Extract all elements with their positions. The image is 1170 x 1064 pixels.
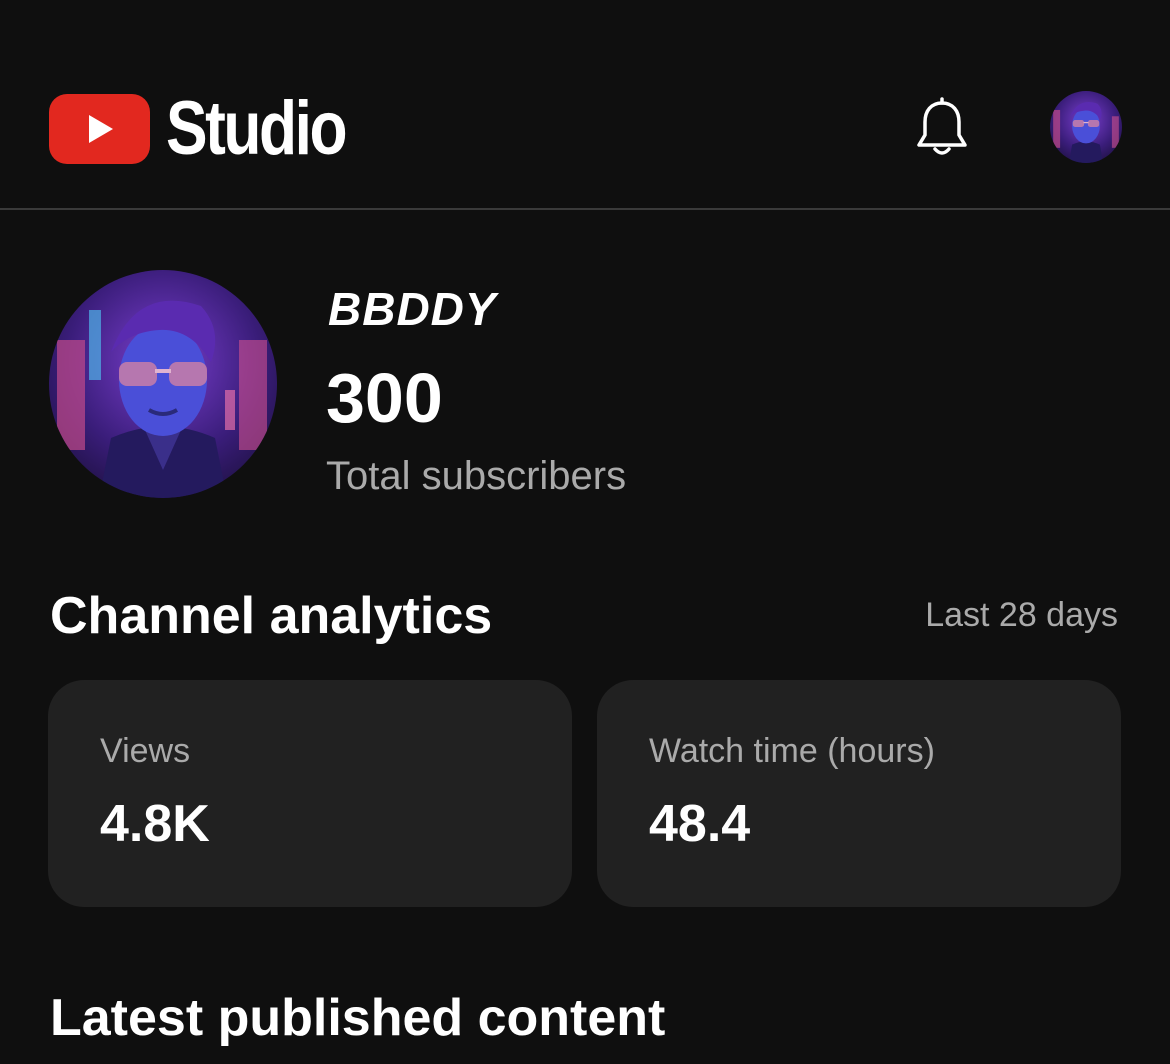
views-label: Views	[100, 732, 191, 770]
latest-content-title: Latest published content	[50, 989, 666, 1047]
studio-logo[interactable]: Studio	[49, 91, 384, 167]
logo-text: Studio	[166, 86, 348, 171]
analytics-title: Channel analytics	[50, 587, 493, 645]
channel-name: BBDDY	[328, 283, 497, 335]
watch-time-value: 48.4	[649, 795, 751, 853]
top-app-bar: Studio	[0, 0, 1170, 210]
views-value: 4.8K	[100, 795, 210, 853]
bell-icon[interactable]	[914, 97, 970, 159]
youtube-play-icon	[49, 94, 150, 164]
subscriber-count: 300	[326, 359, 443, 437]
analytics-period: Last 28 days	[925, 596, 1118, 634]
watch-time-card[interactable]: Watch time (hours) 48.4	[597, 680, 1121, 907]
channel-avatar[interactable]	[49, 270, 277, 498]
watch-time-label: Watch time (hours)	[649, 732, 935, 770]
views-card[interactable]: Views 4.8K	[48, 680, 572, 907]
account-avatar[interactable]	[1050, 91, 1122, 163]
subscriber-label: Total subscribers	[326, 454, 627, 498]
studio-dashboard: Studio BBDDY 300 Total subscribers Chann…	[0, 0, 1170, 1064]
